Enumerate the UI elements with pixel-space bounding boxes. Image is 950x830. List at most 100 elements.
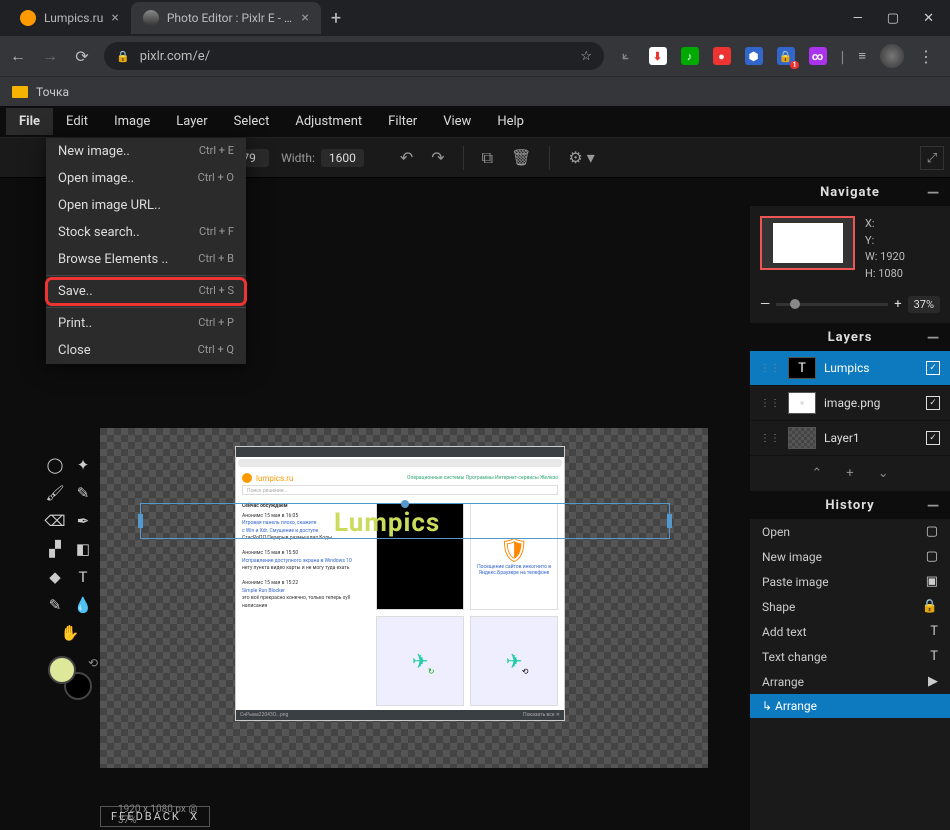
back-button[interactable]: ← (8, 46, 28, 66)
ext-icon[interactable]: ∞ (809, 47, 827, 65)
resize-handle-right[interactable] (667, 514, 672, 528)
star-icon[interactable]: ☆ (580, 49, 592, 64)
history-panel-header[interactable]: History— (750, 491, 950, 519)
layer-item-lumpics[interactable]: ⋮⋮ T Lumpics ✓ (750, 351, 950, 386)
resize-handle-left[interactable] (138, 514, 143, 528)
reload-button[interactable]: ⟳ (72, 47, 92, 66)
menu-select[interactable]: Select (221, 108, 283, 135)
new-tab-button[interactable]: + (321, 8, 351, 29)
history-item-current[interactable]: ↳ Arrange (750, 694, 950, 718)
minimize-icon[interactable]: — (927, 328, 940, 347)
zoom-value[interactable]: 37% (908, 296, 940, 313)
drag-handle-icon[interactable]: ⋮⋮ (760, 433, 780, 444)
menu-item-new-image[interactable]: New image..Ctrl + E (46, 138, 246, 165)
ext-icon[interactable]: ● (713, 47, 731, 65)
visibility-toggle[interactable]: ✓ (926, 361, 940, 375)
duplicate-icon[interactable]: ⧉ (476, 148, 499, 168)
history-item[interactable]: Add textT (750, 619, 950, 644)
zoom-out-button[interactable]: — (760, 297, 770, 312)
layer-up-icon[interactable]: ⌃ (811, 466, 822, 481)
drag-handle-icon[interactable]: ⋮⋮ (760, 398, 780, 409)
history-item[interactable]: Arrange▶ (750, 669, 950, 694)
fill-tool-icon[interactable]: ▞ (42, 536, 68, 562)
eyedropper-tool-icon[interactable]: ✎ (42, 592, 68, 618)
navigate-panel-header[interactable]: Navigate— (750, 178, 950, 206)
maximize-button[interactable]: ▢ (887, 11, 899, 26)
menu-item-stock-search[interactable]: Stock search..Ctrl + F (46, 219, 246, 246)
translate-icon[interactable]: ⟀ (617, 47, 635, 65)
navigator-thumbnail[interactable] (760, 216, 855, 270)
close-icon[interactable]: × (301, 10, 308, 26)
menu-file[interactable]: File (6, 108, 53, 135)
layer-down-icon[interactable]: ⌄ (878, 466, 889, 481)
pencil-tool-icon[interactable]: ✎ (70, 480, 96, 506)
history-item[interactable]: Open▢ (750, 519, 950, 544)
expand-panels-button[interactable]: ⤢ (920, 146, 944, 170)
zoom-slider[interactable] (776, 303, 888, 306)
menu-filter[interactable]: Filter (375, 108, 430, 135)
menu-layer[interactable]: Layer (163, 108, 220, 135)
minimize-icon[interactable]: — (927, 183, 940, 202)
menu-item-open-image[interactable]: Open image..Ctrl + O (46, 165, 246, 192)
rotate-handle[interactable] (401, 500, 409, 508)
foreground-color[interactable] (48, 656, 76, 684)
menu-image[interactable]: Image (101, 108, 163, 135)
menu-adjustment[interactable]: Adjustment (282, 108, 375, 135)
menu-item-close[interactable]: CloseCtrl + Q (46, 337, 246, 364)
swap-colors-icon[interactable]: ⟲ (88, 656, 98, 670)
undo-icon[interactable]: ↶ (394, 148, 419, 167)
hand-tool-icon[interactable]: ✋ (42, 620, 98, 646)
reading-list-icon[interactable]: ≡ (858, 48, 866, 64)
menu-item-print[interactable]: Print..Ctrl + P (46, 310, 246, 337)
eraser-tool-icon[interactable]: ⌫ (42, 508, 68, 534)
tab-pixlr[interactable]: Photo Editor : Pixlr E - free image × (131, 2, 321, 34)
minimize-icon[interactable]: — (927, 496, 940, 515)
brush-tool-icon[interactable]: 🖌 (42, 480, 68, 506)
visibility-toggle[interactable]: ✓ (926, 396, 940, 410)
url-field[interactable]: 🔒 pixlr.com/e/ ☆ (104, 42, 604, 70)
delete-icon[interactable]: 🗑 (505, 148, 537, 167)
url-text: pixlr.com/e/ (140, 49, 210, 64)
history-item[interactable]: Paste image▣ (750, 569, 950, 594)
tab-lumpics[interactable]: Lumpics.ru × (8, 2, 131, 34)
avatar[interactable] (880, 44, 904, 68)
redo-icon[interactable]: ↷ (425, 148, 450, 167)
selection-box[interactable] (140, 503, 670, 539)
menu-help[interactable]: Help (484, 108, 537, 135)
minimize-button[interactable]: — (853, 11, 863, 26)
pen-tool-icon[interactable]: ✒ (70, 508, 96, 534)
layers-panel-header[interactable]: Layers— (750, 323, 950, 351)
menu-view[interactable]: View (430, 108, 484, 135)
menu-item-save[interactable]: Save..Ctrl + S (46, 278, 246, 305)
marquee-tool-icon[interactable]: ◯ (42, 452, 68, 478)
ext-icon[interactable]: 🔒1 (777, 47, 795, 65)
ext-icon[interactable]: ⬇ (649, 47, 667, 65)
history-item[interactable]: Text changeT (750, 644, 950, 669)
zoom-in-button[interactable]: + (894, 297, 901, 312)
menu-item-browse-elements[interactable]: Browse Elements ..Ctrl + B (46, 246, 246, 273)
gear-icon[interactable]: ⚙ ▾ (562, 148, 600, 167)
drag-handle-icon[interactable]: ⋮⋮ (760, 363, 780, 374)
visibility-toggle[interactable]: ✓ (926, 431, 940, 445)
history-item[interactable]: New image▢ (750, 544, 950, 569)
layer-item-layer1[interactable]: ⋮⋮ Layer1 ✓ (750, 421, 950, 456)
text-tool-icon[interactable]: T (70, 564, 96, 590)
add-layer-icon[interactable]: + (846, 466, 853, 481)
blur-tool-icon[interactable]: 💧 (70, 592, 96, 618)
close-icon[interactable]: × (111, 10, 118, 26)
layer-item-image[interactable]: ⋮⋮ ▪ image.png ✓ (750, 386, 950, 421)
width-value[interactable]: 1600 (321, 149, 364, 167)
menu-edit[interactable]: Edit (53, 108, 101, 135)
ext-icon[interactable]: ♪ (681, 47, 699, 65)
close-window-button[interactable]: ✕ (923, 11, 934, 26)
forward-button[interactable]: → (40, 46, 60, 66)
menu-icon[interactable]: ⋮ (918, 47, 934, 66)
menu-item-open-url[interactable]: Open image URL.. (46, 192, 246, 219)
bookmark-item[interactable]: Точка (36, 85, 69, 99)
shape-tool-icon[interactable]: ◆ (42, 564, 68, 590)
ext-icon[interactable]: ⬢ (745, 47, 763, 65)
history-item[interactable]: Shape🔒 (750, 594, 950, 619)
color-swatch[interactable]: ⟲ (48, 656, 92, 700)
gradient-tool-icon[interactable]: ◧ (70, 536, 96, 562)
wand-tool-icon[interactable]: ✦ (70, 452, 96, 478)
